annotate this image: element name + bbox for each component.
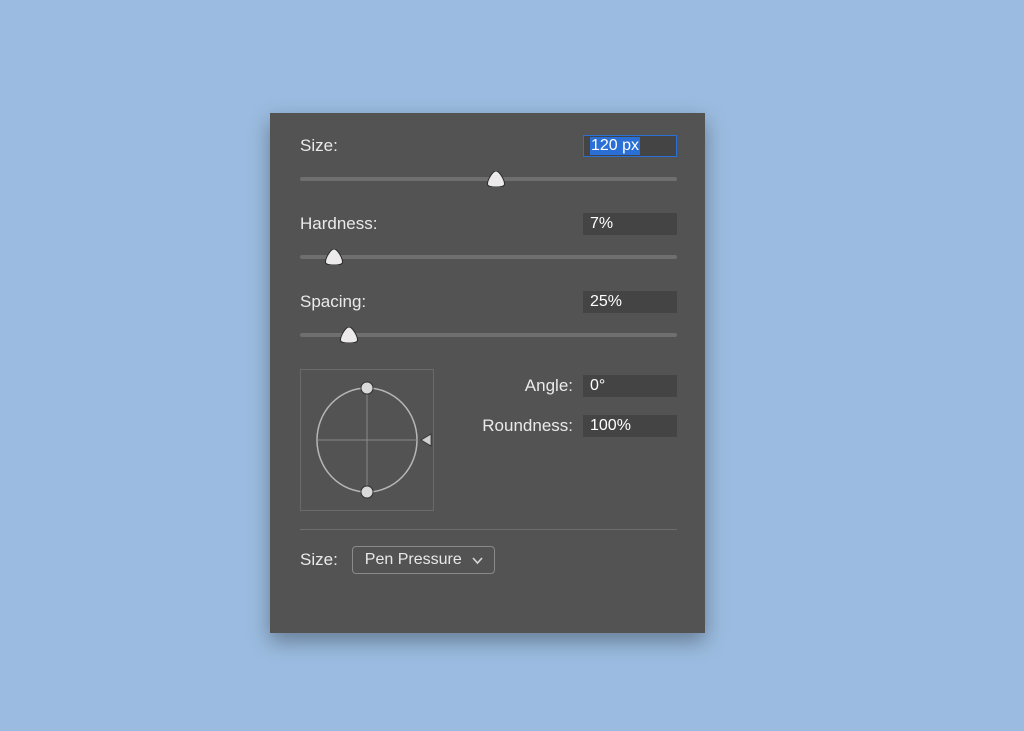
angle-row: Angle: 0° (456, 375, 677, 397)
spacing-label: Spacing: (300, 292, 366, 312)
size-dynamics-dropdown[interactable]: Pen Pressure (352, 546, 495, 574)
spacing-row: Spacing: 25% (300, 291, 677, 313)
size-slider-track (300, 177, 677, 181)
hardness-slider-track (300, 255, 677, 259)
hardness-input[interactable]: 7% (583, 213, 677, 235)
roundness-row: Roundness: 100% (456, 415, 677, 437)
tip-shape-section: Angle: 0° Roundness: 100% (300, 369, 677, 511)
hardness-row: Hardness: 7% (300, 213, 677, 235)
roundness-label: Roundness: (482, 416, 573, 436)
brush-angle-widget[interactable] (300, 369, 434, 511)
size-slider[interactable] (300, 169, 677, 195)
tip-params: Angle: 0° Roundness: 100% (456, 369, 677, 511)
roundness-value-text: 100% (590, 417, 631, 435)
dynamics-row: Size: Pen Pressure (300, 546, 677, 574)
size-label: Size: (300, 136, 338, 156)
size-row: Size: 120 px (300, 135, 677, 157)
spacing-slider[interactable] (300, 325, 677, 351)
divider (300, 529, 677, 530)
brush-settings-panel: Size: 120 px Hardness: 7% Spacing: 25% (270, 113, 705, 633)
angle-input[interactable]: 0° (583, 375, 677, 397)
dropdown-value: Pen Pressure (365, 551, 462, 569)
roundness-input[interactable]: 100% (583, 415, 677, 437)
hardness-value-text: 7% (590, 215, 613, 233)
angle-label: Angle: (525, 376, 573, 396)
angle-value-text: 0° (590, 377, 605, 395)
spacing-slider-track (300, 333, 677, 337)
chevron-down-icon (472, 554, 484, 566)
spacing-value-text: 25% (590, 293, 622, 311)
spacing-input[interactable]: 25% (583, 291, 677, 313)
hardness-slider[interactable] (300, 247, 677, 273)
hardness-label: Hardness: (300, 214, 377, 234)
dynamics-size-label: Size: (300, 550, 338, 570)
size-input[interactable]: 120 px (583, 135, 677, 157)
angle-diagram-icon (301, 370, 433, 510)
size-value-text: 120 px (590, 137, 640, 155)
